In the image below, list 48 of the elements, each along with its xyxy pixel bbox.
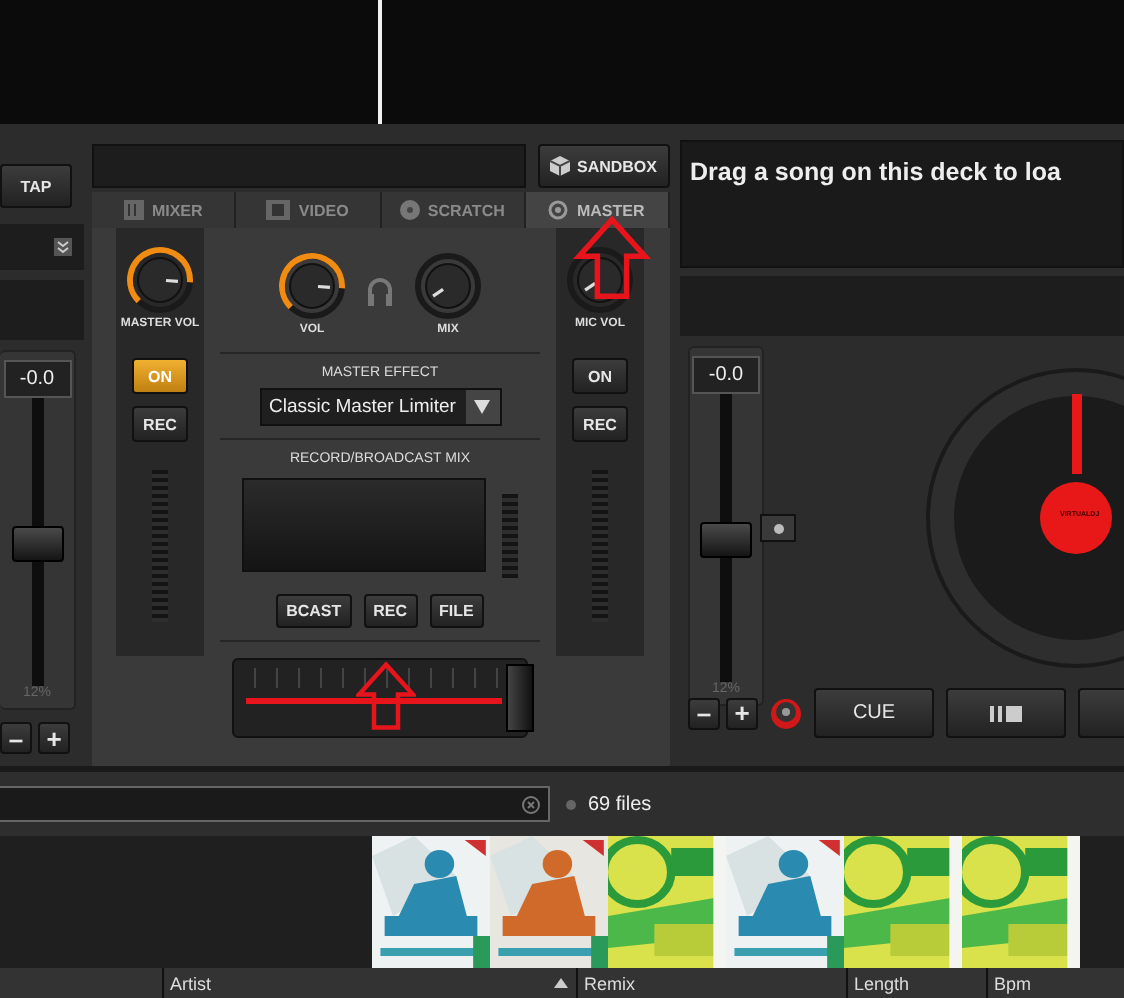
effect-dropdown[interactable]: Classic Master Limiter: [259, 388, 501, 426]
dropdown-arrow-icon: [474, 400, 490, 414]
level-meter: [502, 494, 518, 578]
record-mode-button[interactable]: FILE: [429, 594, 484, 628]
pitch-display: -0.0: [692, 356, 760, 394]
column-header[interactable]: Artist: [164, 968, 576, 998]
plus-button[interactable]: +: [726, 697, 758, 729]
record-icon[interactable]: [770, 697, 802, 729]
rec-button[interactable]: REC: [572, 406, 628, 442]
cue-button[interactable]: CUE: [814, 688, 934, 738]
play-pause-button[interactable]: [946, 688, 1066, 738]
film-icon: [266, 200, 291, 220]
mixer-icon: [123, 200, 144, 220]
status-dot: [566, 799, 576, 809]
rec-button[interactable]: REC: [132, 406, 188, 442]
fader-thumb[interactable]: [700, 522, 752, 558]
minus-button[interactable]: –: [0, 722, 32, 754]
clear-icon[interactable]: [522, 795, 540, 813]
minus-button[interactable]: –: [688, 697, 720, 729]
search-field[interactable]: [0, 786, 550, 822]
disc-icon: [399, 200, 420, 220]
fader-thumb[interactable]: [11, 526, 63, 562]
plus-button[interactable]: +: [38, 722, 70, 754]
tap-button[interactable]: TAP: [0, 164, 72, 208]
crossfader[interactable]: [232, 658, 528, 738]
track-title: Drag a song on this deck to loa: [690, 158, 1061, 186]
file-count: 69 files: [588, 793, 652, 815]
target-icon: [548, 200, 569, 220]
column-header[interactable]: Bpm: [988, 968, 1124, 998]
column-header[interactable]: Length: [848, 968, 986, 998]
play-pause-icon: [990, 705, 1022, 721]
headphones-icon: [364, 276, 396, 308]
volume-knob[interactable]: [564, 244, 636, 316]
pitch-display: -0.0: [3, 360, 71, 398]
chevron-icon[interactable]: [54, 238, 72, 256]
playhead-line: [378, 0, 382, 124]
cube-icon: [550, 156, 571, 176]
mixer-tab[interactable]: MASTER: [525, 192, 670, 228]
pitch-lock-toggle[interactable]: [760, 514, 796, 542]
dot-icon: [773, 523, 783, 533]
volume-knob[interactable]: [276, 249, 348, 321]
crossfader-thumb[interactable]: [505, 664, 534, 732]
record-mode-button[interactable]: BCAST: [276, 594, 352, 628]
sandbox-button[interactable]: SANDBOX: [538, 144, 670, 188]
record-mode-button[interactable]: REC: [363, 594, 418, 628]
volume-knob[interactable]: [124, 244, 196, 316]
on-button[interactable]: ON: [572, 358, 628, 394]
column-header[interactable]: Remix: [578, 968, 846, 998]
